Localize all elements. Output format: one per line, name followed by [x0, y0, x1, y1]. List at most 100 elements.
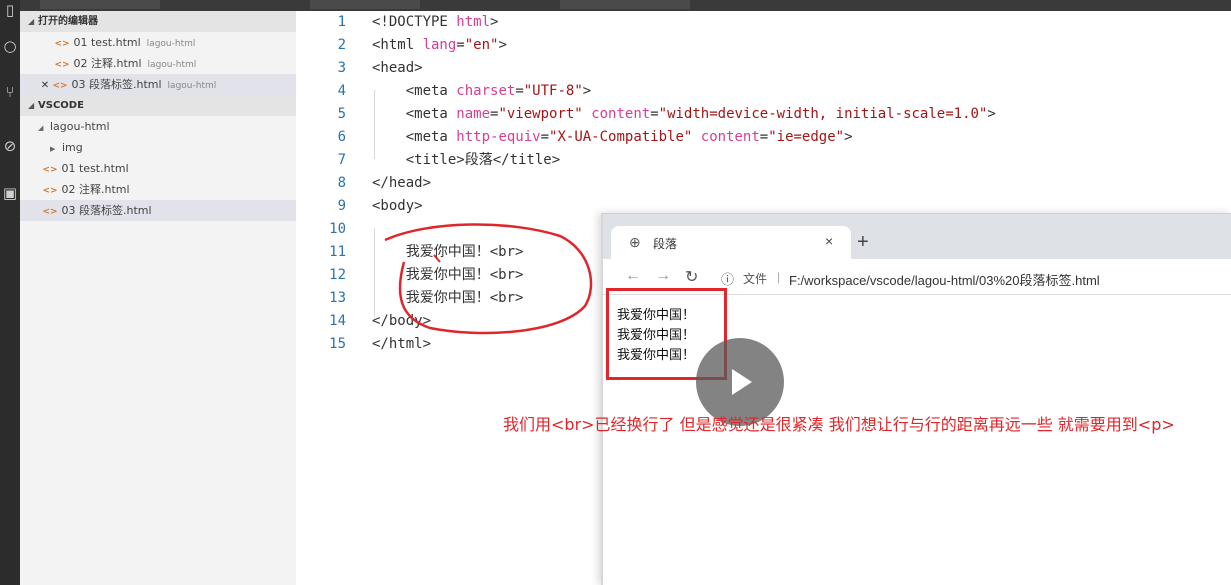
code-token: "UTF-8"	[523, 83, 583, 99]
html-file-icon: <>	[54, 39, 70, 49]
code-token: <html	[372, 37, 423, 53]
html-file-icon: <>	[42, 207, 58, 217]
code-text: <title>段落</title>	[372, 152, 560, 168]
code-line: 14 </body>	[296, 310, 431, 333]
file-item-active[interactable]: <> 03 段落标签.html	[20, 200, 296, 221]
chevron-down-icon: ◢	[28, 17, 35, 26]
code-token: <meta	[372, 106, 457, 122]
folder-name: img	[62, 141, 83, 154]
code-token: >	[844, 129, 853, 145]
code-text: </body>	[372, 313, 431, 329]
line-number: 8	[337, 175, 346, 191]
close-icon[interactable]: ✕	[38, 75, 52, 96]
open-editor-item[interactable]: <> 01 test.html lagou-html	[20, 32, 296, 53]
code-token: "ie=edge"	[768, 129, 845, 145]
editor-tab[interactable]	[310, 0, 420, 9]
editor-tab[interactable]	[560, 0, 690, 9]
code-token: =	[515, 83, 524, 99]
workspace-header[interactable]: ◢ VSCODE	[20, 95, 296, 116]
browser-tab[interactable]: ⊕ 段落 ×	[611, 226, 851, 259]
code-line: 3 <head>	[296, 57, 423, 80]
code-line: 4 <meta charset="UTF-8">	[296, 80, 592, 103]
line-number: 2	[337, 37, 346, 53]
code-token: 我爱你中国！<br>	[372, 267, 524, 283]
line-number: 11	[329, 244, 346, 260]
code-token: </html>	[372, 336, 432, 352]
line-number: 15	[329, 336, 346, 352]
html-file-icon: <>	[52, 81, 68, 91]
file-item[interactable]: <> 02 注释.html	[20, 179, 296, 200]
code-text: <meta http-equiv="X-UA-Compatible" conte…	[372, 129, 853, 145]
code-line: 6 <meta http-equiv="X-UA-Compatible" con…	[296, 126, 853, 149]
code-line: 15 </html>	[296, 333, 431, 356]
code-token: name	[456, 106, 491, 122]
code-token: "width=device-width, initial-scale=1.0"	[658, 106, 988, 122]
project-name: lagou-html	[147, 60, 197, 70]
file-scheme-label: 文件	[743, 272, 768, 286]
html-file-icon: <>	[42, 186, 58, 196]
line-number: 1	[337, 14, 346, 30]
code-token: </head>	[372, 175, 432, 191]
code-token: <head>	[372, 60, 423, 76]
search-icon[interactable]: ○	[0, 36, 20, 56]
play-icon	[732, 369, 752, 395]
code-token: <meta	[372, 83, 457, 99]
code-token: http-equiv	[456, 129, 541, 145]
code-token: =	[456, 37, 465, 53]
debug-icon[interactable]: ⊘	[0, 136, 20, 156]
line-number: 10	[329, 221, 346, 237]
chevron-down-icon: ◢	[38, 124, 44, 132]
new-tab-button[interactable]: +	[857, 230, 869, 254]
extensions-icon[interactable]: ▣	[0, 183, 20, 203]
code-line: 12 我爱你中国！<br>	[296, 264, 523, 287]
files-icon[interactable]: ▯	[0, 0, 20, 20]
editor-tab[interactable]	[40, 0, 160, 9]
open-editor-item[interactable]: <> 02 注释.html lagou-html	[20, 53, 296, 74]
code-line: 11 我爱你中国！<br>	[296, 241, 523, 264]
forward-arrow-icon[interactable]: →	[655, 267, 671, 285]
folder-item[interactable]: ▶ img	[20, 137, 296, 158]
file-item[interactable]: <> 01 test.html	[20, 158, 296, 179]
section-label: VSCODE	[38, 100, 84, 111]
file-name: 03 段落标签.html	[61, 204, 152, 217]
code-line: 10	[296, 218, 372, 241]
folder-item[interactable]: ◢ lagou-html	[20, 116, 296, 137]
file-name: 03 段落标签.html	[71, 78, 162, 91]
tab-title: 段落	[653, 237, 678, 251]
code-token: <title>段落</title>	[372, 152, 561, 168]
project-name: lagou-html	[167, 81, 217, 91]
address-bar[interactable]: F:/workspace/vscode/lagou-html/03%20段落标签…	[789, 270, 1100, 289]
open-editor-item-active[interactable]: ✕ <> 03 段落标签.html lagou-html	[20, 74, 296, 95]
code-token: <!DOCTYPE	[372, 14, 457, 30]
address-separator: |	[777, 270, 781, 284]
back-arrow-icon[interactable]: ←	[625, 267, 641, 285]
explorer-sidebar: ◢ 打开的编辑器 <> 01 test.html lagou-html <> 02 …	[20, 11, 296, 585]
code-token: <meta	[372, 129, 457, 145]
chevron-right-icon: ▶	[50, 145, 56, 153]
project-name: lagou-html	[146, 39, 196, 49]
code-text: 我爱你中国！<br>	[372, 267, 524, 283]
code-token: =	[759, 129, 769, 145]
code-line: 5 <meta name="viewport" content="width=d…	[296, 103, 996, 126]
activity-bar: ▯ ○ ⑂ ⊘ ▣	[0, 0, 20, 585]
code-text: <body>	[372, 198, 423, 214]
info-icon[interactable]: ⓘ	[721, 269, 734, 288]
chevron-down-icon: ◢	[28, 101, 35, 110]
code-token: "en"	[464, 37, 499, 53]
source-control-icon[interactable]: ⑂	[0, 82, 20, 102]
code-token: >	[582, 83, 592, 99]
code-line: 8 </head>	[296, 172, 431, 195]
code-token: <body>	[372, 198, 423, 214]
code-token: lang	[422, 37, 457, 53]
code-text: 我爱你中国！<br>	[372, 244, 524, 260]
code-token: 我爱你中国！<br>	[372, 290, 524, 306]
code-token: content	[591, 106, 651, 122]
close-tab-button[interactable]: ×	[825, 233, 833, 249]
file-name: 01 test.html	[73, 36, 141, 49]
open-editors-header[interactable]: ◢ 打开的编辑器	[20, 11, 296, 32]
code-token: content	[700, 129, 760, 145]
reload-icon[interactable]: ↻	[685, 267, 698, 287]
code-line: 9 <body>	[296, 195, 423, 218]
folder-name: lagou-html	[50, 120, 110, 133]
